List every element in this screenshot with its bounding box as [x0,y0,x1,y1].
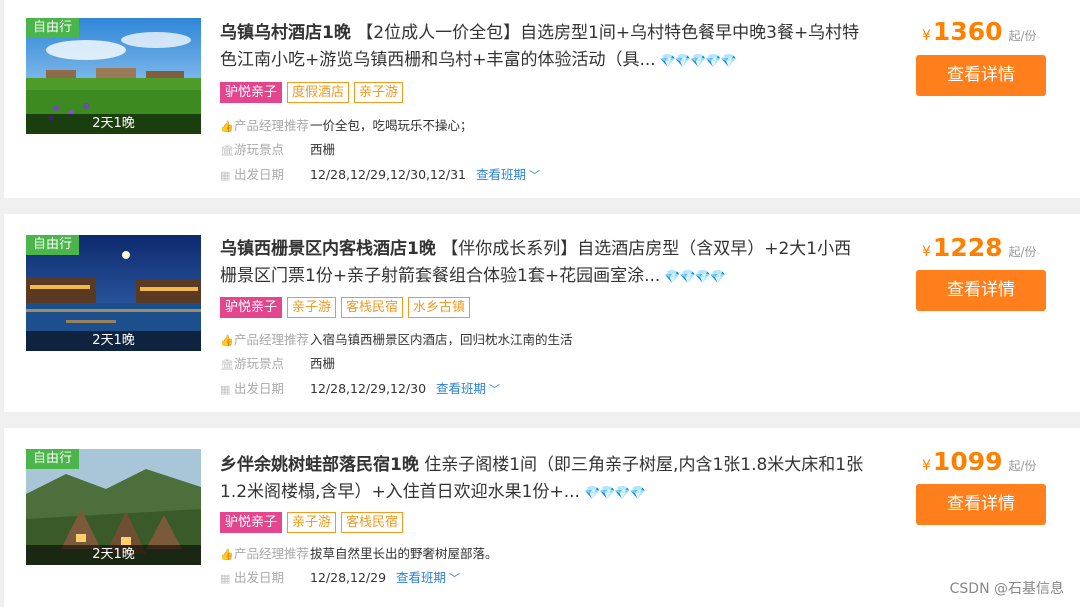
scenic-row: 🏛游玩景点 西栅 [220,354,335,374]
price-value: 1099 [932,447,1003,476]
recommend-label: 产品经理推荐 [234,546,310,561]
product-name[interactable]: 乡伴余姚树蛙部落民宿1晚 [220,455,419,475]
free-travel-badge: 自由行 [26,18,80,38]
tag[interactable]: 客栈民宿 [341,297,404,318]
tag[interactable]: 客栈民宿 [341,512,404,533]
scenic-label: 游玩景点 [234,142,285,157]
diamond-rating-icon: 💎💎💎💎 [664,270,726,285]
free-travel-badge: 自由行 [26,449,80,469]
recommend-label: 产品经理推荐 [234,118,310,133]
date-list: 12/28,12/29,12/30 [310,381,427,396]
chevron-down-icon[interactable]: ﹀ [529,166,540,186]
view-details-button[interactable]: 查看详情 [916,484,1046,525]
date-list: 12/28,12/29 [310,570,387,585]
date-list: 12/28,12/29,12/30,12/31 [310,167,467,182]
price-unit: 起/份 [1008,29,1037,43]
calendar-icon: ▦ [220,168,231,182]
scenic-row: 🏛游玩景点 西栅 [220,140,335,160]
recommend-text: 拔草自然里长出的野奢树屋部落。 [310,546,498,561]
product-card[interactable]: 自由行 2天1晚 乌镇乌村酒店1晚 【2位成人一价全包】自选房型1间+乌村特色餐… [4,0,1080,198]
product-card[interactable]: 自由行 2天1晚 乡伴余姚树蛙部落民宿1晚 住亲子阁楼1间（即三角亲子树屋,内含… [4,428,1080,607]
tag-list: 驴悦亲子 亲子游 客栈民宿 [220,512,408,534]
price-block: ¥1360 起/份 [922,14,1037,50]
tag[interactable]: 驴悦亲子 [220,297,283,318]
tag[interactable]: 驴悦亲子 [220,512,283,533]
product-thumbnail[interactable]: 自由行 2天1晚 [26,449,201,565]
view-details-button[interactable]: 查看详情 [916,55,1046,96]
duration-label: 2天1晚 [26,331,201,351]
thumbs-up-icon: 👍 [220,119,234,133]
diamond-rating-icon: 💎💎💎💎 [583,486,646,501]
product-title[interactable]: 乡伴余姚树蛙部落民宿1晚 住亲子阁楼1间（即三角亲子树屋,内含1张1.8米大床和… [220,452,865,506]
recommend-text: 入宿乌镇西栅景区内酒店，回归枕水江南的生活 [310,332,573,347]
recommend-row: 👍产品经理推荐一价全包，吃喝玩乐不操心； [220,116,473,136]
duration-label: 2天1晚 [26,114,201,134]
tag[interactable]: 度假酒店 [287,82,350,103]
tag[interactable]: 驴悦亲子 [220,82,283,103]
product-title[interactable]: 乌镇乌村酒店1晚 【2位成人一价全包】自选房型1间+乌村特色餐早中晚3餐+乌村特… [220,20,865,74]
calendar-icon: ▦ [220,382,231,396]
landmark-icon: 🏛 [220,357,234,371]
recommend-row: 👍产品经理推荐拔草自然里长出的野奢树屋部落。 [220,544,498,564]
price-block: ¥1228 起/份 [922,230,1037,266]
recommend-label: 产品经理推荐 [234,332,310,347]
view-schedule-link[interactable]: 查看班期 [476,167,526,182]
free-travel-badge: 自由行 [26,235,80,255]
price-value: 1228 [932,233,1003,262]
chevron-down-icon[interactable]: ﹀ [489,380,500,400]
product-name[interactable]: 乌镇西栅景区内客栈酒店1晚 [220,239,436,259]
price-unit: 起/份 [1008,459,1037,473]
tag-list: 驴悦亲子 度假酒店 亲子游 [220,82,408,104]
price-block: ¥1099 起/份 [922,444,1037,480]
duration-label: 2天1晚 [26,545,201,565]
tag[interactable]: 亲子游 [354,82,404,103]
view-schedule-link[interactable]: 查看班期 [396,570,446,585]
calendar-icon: ▦ [220,571,231,585]
thumbs-up-icon: 👍 [220,333,234,347]
view-schedule-link[interactable]: 查看班期 [436,381,486,396]
landmark-icon: 🏛 [220,143,234,157]
recommend-row: 👍产品经理推荐入宿乌镇西栅景区内酒店，回归枕水江南的生活 [220,330,573,350]
thumbs-up-icon: 👍 [220,547,234,561]
view-details-button[interactable]: 查看详情 [916,270,1046,311]
tag-list: 驴悦亲子 亲子游 客栈民宿 水乡古镇 [220,297,475,319]
currency-symbol: ¥ [922,244,931,260]
currency-symbol: ¥ [922,458,931,474]
date-label: 出发日期 [234,167,285,182]
price-unit: 起/份 [1008,245,1037,259]
date-row: ▦ 出发日期 12/28,12/29 查看班期 ﹀ [220,568,460,588]
recommend-text: 一价全包，吃喝玩乐不操心； [310,118,473,133]
scenic-label: 游玩景点 [234,356,285,371]
product-thumbnail[interactable]: 自由行 2天1晚 [26,235,201,351]
product-title[interactable]: 乌镇西栅景区内客栈酒店1晚 【伴你成长系列】自选酒店房型（含双早）+2大1小西栅… [220,236,865,290]
date-label: 出发日期 [234,381,285,396]
date-row: ▦ 出发日期 12/28,12/29,12/30 查看班期 ﹀ [220,379,500,399]
tag[interactable]: 水乡古镇 [408,297,471,318]
diamond-rating-icon: 💎💎💎💎💎 [659,54,737,69]
currency-symbol: ¥ [922,28,931,44]
price-value: 1360 [932,17,1003,46]
tag[interactable]: 亲子游 [287,297,337,318]
date-row: ▦ 出发日期 12/28,12/29,12/30,12/31 查看班期 ﹀ [220,165,540,185]
tag[interactable]: 亲子游 [287,512,337,533]
product-thumbnail[interactable]: 自由行 2天1晚 [26,18,201,134]
scenic-text: 西栅 [310,142,336,157]
product-card[interactable]: 自由行 2天1晚 乌镇西栅景区内客栈酒店1晚 【伴你成长系列】自选酒店房型（含双… [4,214,1080,412]
date-label: 出发日期 [234,570,285,585]
scenic-text: 西栅 [310,356,336,371]
chevron-down-icon[interactable]: ﹀ [449,569,460,589]
watermark: CSDN @石基信息 [949,581,1064,597]
product-name[interactable]: 乌镇乌村酒店1晚 [220,23,351,43]
